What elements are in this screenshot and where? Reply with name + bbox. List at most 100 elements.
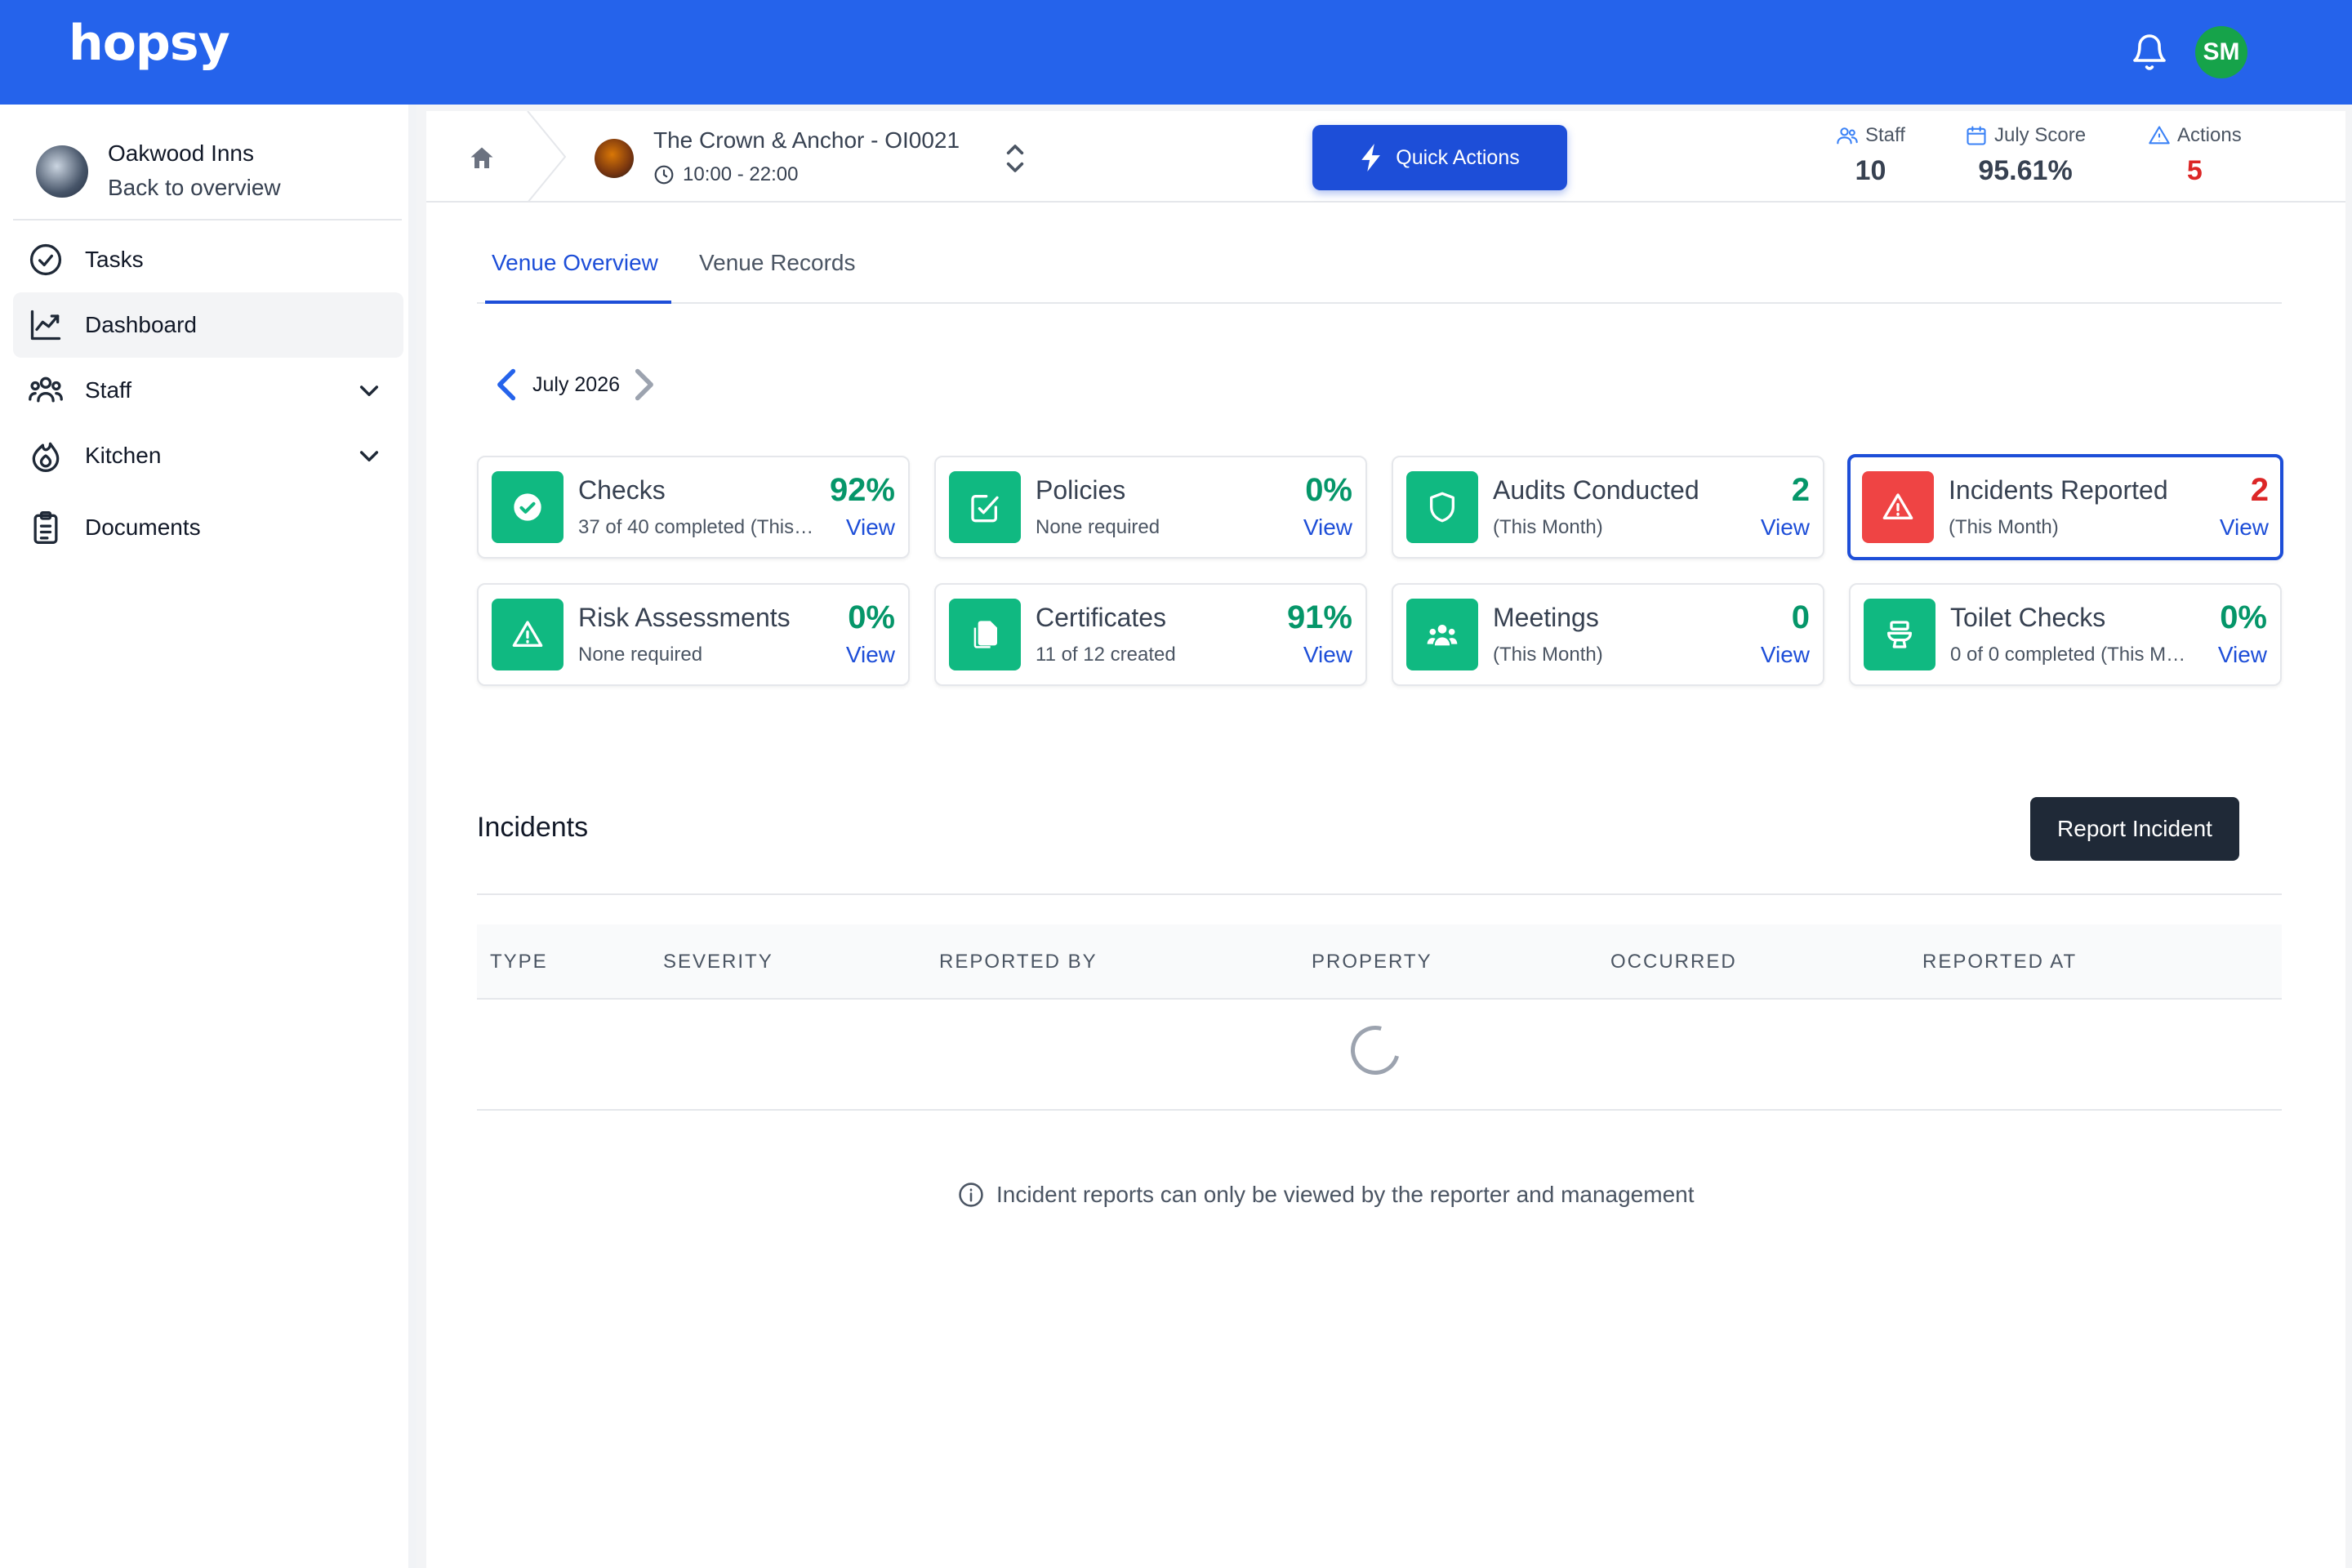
- card-view-link[interactable]: View: [1303, 642, 1352, 668]
- quick-actions-label: Quick Actions: [1396, 145, 1520, 169]
- toilet-icon: [1887, 621, 1912, 648]
- venue-hours: 10:00 - 22:00: [653, 163, 798, 186]
- card-view-link[interactable]: View: [2218, 642, 2267, 668]
- column-header-type[interactable]: TYPE: [490, 951, 548, 973]
- column-header-property[interactable]: PROPERTY: [1312, 951, 1432, 973]
- calendar-icon: [1967, 126, 1986, 145]
- card-subtitle: 37 of 40 completed (This Month): [578, 516, 815, 538]
- report-incident-button[interactable]: Report Incident: [2030, 797, 2239, 861]
- chevron-down-icon[interactable]: [356, 443, 382, 469]
- main-area: The Crown & Anchor - OI0021 10:00 - 22:0…: [416, 105, 2352, 1568]
- sidebar-item-label: Kitchen: [85, 443, 162, 468]
- card-certificates[interactable]: Certificates 11 of 12 created 91% View: [934, 583, 1367, 686]
- stat-score-value: 95.61%: [1978, 155, 2073, 186]
- warning-icon: [512, 621, 543, 647]
- chart-line-icon: [30, 310, 61, 341]
- sidebar-item-tasks[interactable]: Tasks: [13, 227, 403, 292]
- card-title: Checks: [578, 475, 666, 505]
- table-header: TYPE SEVERITY REPORTED BY PROPERTY OCCUR…: [477, 924, 2282, 1000]
- users-icon: [29, 376, 63, 403]
- lightning-icon: [1361, 144, 1381, 172]
- incidents-table: TYPE SEVERITY REPORTED BY PROPERTY OCCUR…: [477, 924, 2282, 1111]
- card-title: Risk Assessments: [578, 603, 791, 632]
- documents-icon: [973, 621, 997, 648]
- active-tab-indicator: [485, 301, 671, 304]
- column-header-reported-at[interactable]: REPORTED AT: [1922, 951, 2077, 973]
- shield-icon: [1430, 492, 1454, 523]
- incidents-heading: Incidents: [477, 812, 589, 843]
- back-to-overview-link[interactable]: Back to overview: [108, 175, 281, 201]
- sidebar: Oakwood Inns Back to overview Tasks Dash…: [0, 105, 416, 1568]
- card-view-link[interactable]: View: [846, 642, 895, 668]
- card-title: Policies: [1036, 475, 1126, 505]
- card-value: 2: [1791, 472, 1810, 508]
- sidebar-item-kitchen[interactable]: Kitchen: [13, 423, 403, 488]
- month-label: July 2026: [532, 372, 621, 396]
- stat-staff-value: 10: [1855, 155, 1886, 186]
- card-view-link[interactable]: View: [1303, 514, 1352, 541]
- card-subtitle: (This Month): [1949, 516, 2059, 538]
- card-value: 0: [1791, 599, 1810, 635]
- incidents-notice: Incident reports can only be viewed by t…: [957, 1181, 1695, 1209]
- org-name: Oakwood Inns: [108, 140, 254, 166]
- column-header-reported-by[interactable]: REPORTED BY: [939, 951, 1098, 973]
- card-incidents[interactable]: Incidents Reported (This Month) 2 View: [1847, 454, 2283, 560]
- card-value: 0%: [2220, 599, 2267, 635]
- card-subtitle: 0 of 0 completed (This Month): [1950, 644, 2187, 666]
- column-header-occurred[interactable]: OCCURRED: [1610, 951, 1737, 973]
- warning-icon: [1882, 493, 1913, 519]
- card-value: 91%: [1286, 599, 1352, 635]
- month-selector: July 2026: [495, 364, 656, 405]
- sidebar-divider: [13, 219, 402, 220]
- check-circle-icon: [514, 493, 541, 521]
- sidebar-item-documents[interactable]: Documents: [13, 495, 403, 560]
- quick-actions-button[interactable]: Quick Actions: [1312, 125, 1567, 190]
- stat-actions-label: Actions: [2177, 124, 2242, 146]
- tab-venue-records[interactable]: Venue Records: [699, 250, 855, 276]
- chevron-left-icon[interactable]: [495, 367, 519, 403]
- card-view-link[interactable]: View: [2220, 514, 2269, 541]
- app-logo[interactable]: hopsy: [69, 15, 230, 72]
- card-toilet-checks[interactable]: Toilet Checks 0 of 0 completed (This Mon…: [1849, 583, 2282, 686]
- card-risk-assessments[interactable]: Risk Assessments None required 0% View: [477, 583, 910, 686]
- content-panel: The Crown & Anchor - OI0021 10:00 - 22:0…: [426, 111, 2345, 1568]
- group-icon: [1427, 625, 1458, 646]
- check-circle-icon: [29, 243, 62, 276]
- warning-icon: [2149, 126, 2170, 145]
- stat-score-label: July Score: [1994, 124, 2087, 146]
- card-value: 2: [2250, 472, 2269, 508]
- chevron-right-icon[interactable]: [631, 367, 656, 403]
- card-view-link[interactable]: View: [1761, 642, 1810, 668]
- card-checks[interactable]: Checks 37 of 40 completed (This Month) 9…: [477, 456, 910, 559]
- sidebar-item-staff[interactable]: Staff: [13, 358, 403, 423]
- card-subtitle: None required: [578, 644, 703, 666]
- card-policies[interactable]: Policies None required 0% View: [934, 456, 1367, 559]
- card-view-link[interactable]: View: [1761, 514, 1810, 541]
- sidebar-item-label: Tasks: [85, 247, 144, 272]
- card-title: Meetings: [1493, 603, 1599, 632]
- bell-icon[interactable]: [2130, 31, 2169, 74]
- venue-tabs: Venue Overview Venue Records: [477, 242, 2282, 304]
- card-audits[interactable]: Audits Conducted (This Month) 2 View: [1392, 456, 1824, 559]
- card-title: Toilet Checks: [1950, 603, 2106, 632]
- venue-bar: The Crown & Anchor - OI0021 10:00 - 22:0…: [426, 111, 2345, 203]
- top-bar: hopsy SM: [0, 0, 2352, 105]
- venue-name[interactable]: The Crown & Anchor - OI0021: [653, 127, 960, 154]
- stat-actions-value: 5: [2186, 155, 2203, 186]
- document-check-icon: [971, 495, 999, 523]
- venue-hours-text: 10:00 - 22:00: [683, 163, 799, 185]
- card-meetings[interactable]: Meetings (This Month) 0 View: [1392, 583, 1824, 686]
- home-icon[interactable]: [467, 144, 497, 173]
- org-switcher[interactable]: Oakwood Inns Back to overview: [36, 137, 395, 203]
- chevron-down-icon[interactable]: [356, 377, 382, 403]
- user-avatar[interactable]: SM: [2195, 26, 2247, 78]
- info-icon: [959, 1183, 983, 1207]
- stat-staff-label: Staff: [1865, 124, 1905, 146]
- card-view-link[interactable]: View: [846, 514, 895, 541]
- sidebar-item-dashboard[interactable]: Dashboard: [13, 292, 403, 358]
- chevron-up-down-icon[interactable]: [1003, 142, 1027, 175]
- column-header-severity[interactable]: SEVERITY: [663, 951, 773, 973]
- stat-staff: Staff 10: [1836, 124, 1905, 187]
- tab-venue-overview[interactable]: Venue Overview: [492, 250, 658, 276]
- card-subtitle: (This Month): [1493, 644, 1603, 666]
